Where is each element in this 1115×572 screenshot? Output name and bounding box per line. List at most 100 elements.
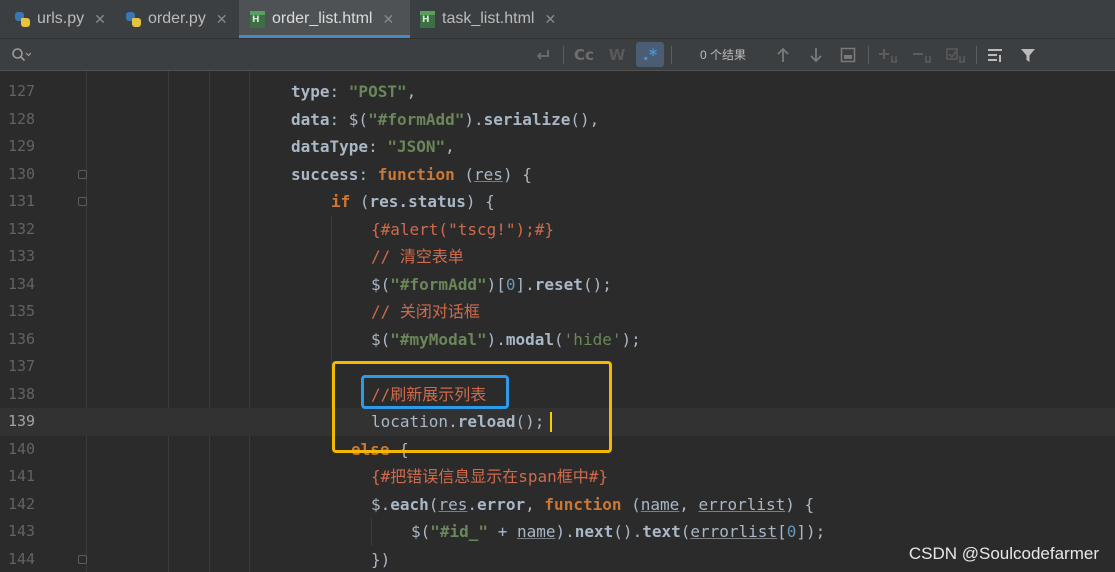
tab-order-py[interactable]: order.py ✕ [118, 0, 239, 38]
code-line[interactable]: 128 data: $("#formAdd").serialize(), [0, 106, 1115, 134]
code-token: )[ [486, 274, 506, 294]
code-token: // 清空表单 [371, 247, 464, 266]
code-line[interactable]: 129 dataType: "JSON", [0, 133, 1115, 161]
tab-task-list-html[interactable]: task_list.html ✕ [410, 0, 570, 38]
code-token: ( [680, 522, 691, 541]
code-token: . [467, 494, 477, 514]
line-number: 130 [8, 164, 36, 183]
code-token: (), [570, 109, 600, 129]
code-line[interactable]: 132 {#alert("tscg!");#} [0, 216, 1115, 244]
regex-button[interactable]: .* [636, 42, 664, 67]
python-file-icon [15, 11, 30, 28]
code-token: ); [621, 329, 641, 349]
code-token: ( [350, 192, 370, 211]
code-token: 0 [505, 274, 516, 294]
filter-icon[interactable] [1016, 39, 1040, 70]
highlight-box-blue [361, 375, 509, 409]
code-token: {#alert("tscg!");#} [371, 219, 555, 239]
code-text: success: function (res) { [291, 161, 532, 189]
code-token: $. [371, 494, 391, 514]
search-icon[interactable] [8, 39, 34, 70]
python-file-icon [126, 11, 141, 28]
code-line[interactable]: 143 $("#id_" + name).next().text(errorlis… [0, 518, 1115, 546]
code-token: success [291, 164, 359, 184]
code-line[interactable]: 134 $("#formAdd")[0].reset(); [0, 271, 1115, 299]
code-token: {#把错误信息显示在span框中#} [371, 467, 609, 486]
code-line[interactable]: 135 // 关闭对话框 [0, 298, 1115, 326]
fold-marker-icon[interactable] [78, 554, 87, 564]
filter-context-icon[interactable] [984, 39, 1008, 70]
select-all-checkbox-icon[interactable] [944, 39, 970, 70]
line-number: 139 [8, 412, 36, 430]
code-line[interactable]: 141 {#把错误信息显示在span框中#} [0, 463, 1115, 491]
fold-marker-icon[interactable] [78, 169, 87, 179]
arrow-up-icon[interactable] [771, 39, 795, 70]
close-icon[interactable]: ✕ [382, 11, 394, 28]
code-text: dataType: "JSON", [291, 133, 455, 161]
newline-icon[interactable] [530, 39, 556, 70]
match-case-button[interactable]: Cc [571, 39, 597, 70]
code-line[interactable]: 130 success: function (res) { [0, 161, 1115, 189]
words-button[interactable]: W [604, 39, 630, 70]
line-number: 128 [8, 109, 36, 128]
code-token: name [516, 522, 556, 541]
remove-occurrence-icon[interactable] [910, 39, 936, 70]
line-number: 133 [8, 247, 36, 265]
close-icon[interactable]: ✕ [544, 11, 556, 28]
code-line[interactable]: 136 $("#myModal").modal('hide'); [0, 326, 1115, 354]
code-token: type [291, 82, 330, 101]
arrow-down-icon[interactable] [804, 39, 828, 70]
code-token: ( [621, 494, 641, 514]
code-line[interactable]: 127 type: "POST", [0, 78, 1115, 106]
code-token: (). [613, 522, 643, 541]
code-editor[interactable]: 127 type: "POST", 128 data: $("#formAdd").s… [0, 71, 1115, 572]
code-line[interactable]: 131 if (res.status) { [0, 188, 1115, 216]
search-input[interactable] [36, 43, 520, 68]
code-token: 0 [786, 522, 797, 541]
close-icon[interactable]: ✕ [94, 11, 106, 28]
add-occurrence-icon[interactable] [876, 39, 902, 70]
code-token: : [358, 164, 378, 184]
code-token: , [445, 137, 455, 156]
line-number: 144 [8, 549, 36, 568]
code-token: $( [371, 329, 391, 349]
code-text: }) [371, 546, 390, 572]
code-token: "#id_" [430, 522, 489, 541]
code-token: [ [777, 522, 787, 541]
code-token: next [574, 522, 614, 541]
code-token: serialize [483, 109, 571, 129]
find-bar: Cc W .* 0 个结果 [0, 39, 1115, 71]
code-text: data: $("#formAdd").serialize(), [291, 106, 599, 134]
code-token: text [642, 522, 681, 541]
tab-label: urls.py [37, 10, 85, 27]
line-number: 136 [8, 329, 36, 348]
code-token: error [476, 494, 526, 514]
code-token: $( [371, 274, 391, 294]
code-token: errorlist [698, 494, 786, 514]
search-result-count: 0 个结果 [699, 48, 746, 62]
code-text: $("#formAdd")[0].reset(); [371, 271, 612, 299]
select-all-occurrences-icon[interactable] [836, 39, 860, 70]
tab-label: order_list.html [272, 10, 373, 27]
code-token: ). [555, 522, 575, 541]
code-token: ) { [465, 192, 495, 211]
line-number: 138 [8, 384, 36, 403]
tab-order-list-html[interactable]: order_list.html ✕ [239, 0, 410, 38]
close-icon[interactable]: ✕ [216, 11, 228, 28]
code-line[interactable]: 133 // 清空表单 [0, 243, 1115, 271]
html-file-icon [250, 10, 265, 28]
line-number: 143 [8, 522, 36, 540]
code-token: ) { [502, 164, 532, 184]
code-text: type: "POST", [291, 78, 416, 106]
line-number: 127 [8, 82, 36, 100]
fold-marker-icon[interactable] [78, 197, 87, 206]
code-text: {#把错误信息显示在span框中#} [371, 463, 608, 491]
editor-tab-bar: urls.py ✕ order.py ✕ order_list.html ✕ t… [0, 0, 1115, 39]
line-number: 129 [8, 137, 36, 155]
code-token: , [406, 82, 417, 101]
line-number: 142 [8, 494, 36, 513]
tab-urls-py[interactable]: urls.py ✕ [8, 0, 118, 38]
tab-label: task_list.html [442, 10, 535, 27]
code-line[interactable]: 142 $.each(res.error, function (name, err… [0, 491, 1115, 519]
line-number: 131 [8, 192, 36, 210]
